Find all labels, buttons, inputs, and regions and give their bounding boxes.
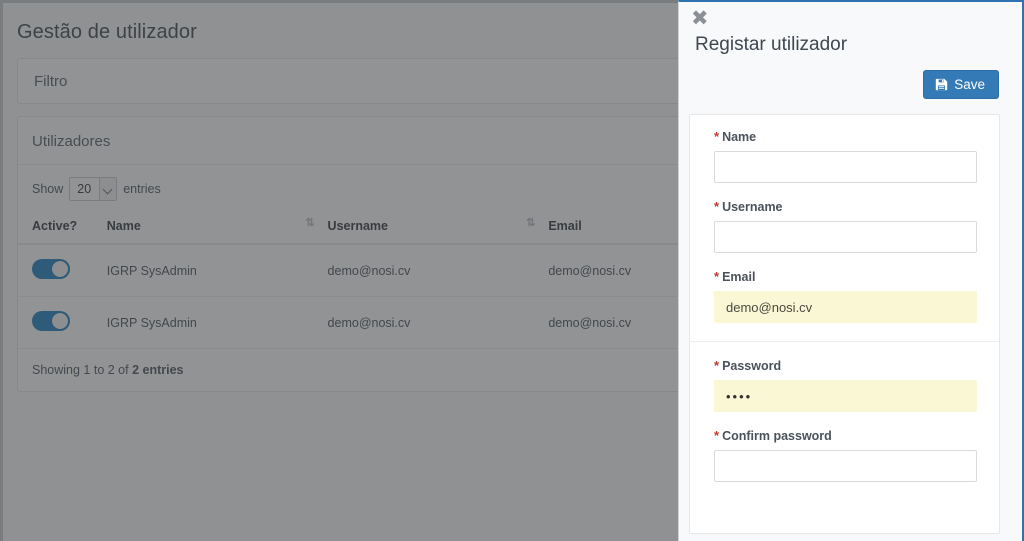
modal-toolbar: Save	[679, 56, 1022, 99]
name-input[interactable]	[714, 151, 977, 183]
password-input-value: ••••	[726, 388, 753, 404]
form-group-name: * Name	[690, 129, 999, 183]
password-input[interactable]: ••••	[714, 380, 977, 412]
confirm-password-input[interactable]	[714, 450, 977, 482]
close-icon[interactable]: ✖	[691, 8, 709, 29]
form-group-username: * Username	[690, 199, 999, 253]
email-input-value: demo@nosi.cv	[726, 299, 813, 315]
label-confirm-password: * Confirm password	[714, 428, 977, 443]
floppy-save-icon	[935, 78, 948, 91]
save-button[interactable]: Save	[923, 70, 999, 99]
label-email-text: Email	[722, 270, 756, 284]
username-input[interactable]	[714, 221, 977, 253]
email-input[interactable]: demo@nosi.cv	[714, 291, 977, 323]
label-email: * Email	[714, 269, 977, 284]
form-group-email: * Email demo@nosi.cv	[690, 269, 999, 323]
required-marker: *	[714, 129, 720, 144]
label-username: * Username	[714, 199, 977, 214]
register-user-form: * Name * Username * Email demo@nosi.cv *…	[689, 114, 1000, 534]
label-username-text: Username	[722, 200, 783, 214]
required-marker: *	[714, 358, 720, 373]
save-button-label: Save	[954, 77, 985, 92]
required-marker: *	[714, 199, 720, 214]
form-divider	[690, 341, 999, 342]
required-marker: *	[714, 269, 720, 284]
form-group-password: * Password ••••	[690, 358, 999, 412]
form-group-confirm-password: * Confirm password	[690, 428, 999, 482]
label-name: * Name	[714, 129, 977, 144]
register-user-modal: ✖ Registar utilizador Save * Name * User…	[678, 0, 1024, 541]
label-confirm-password-text: Confirm password	[722, 429, 832, 443]
modal-title: Registar utilizador	[695, 34, 848, 55]
label-password: * Password	[714, 358, 977, 373]
screen: Gestão de utilizador Filtro Utilizadores…	[0, 0, 1024, 541]
label-name-text: Name	[722, 130, 757, 144]
required-marker: *	[714, 428, 720, 443]
label-password-text: Password	[722, 359, 782, 373]
